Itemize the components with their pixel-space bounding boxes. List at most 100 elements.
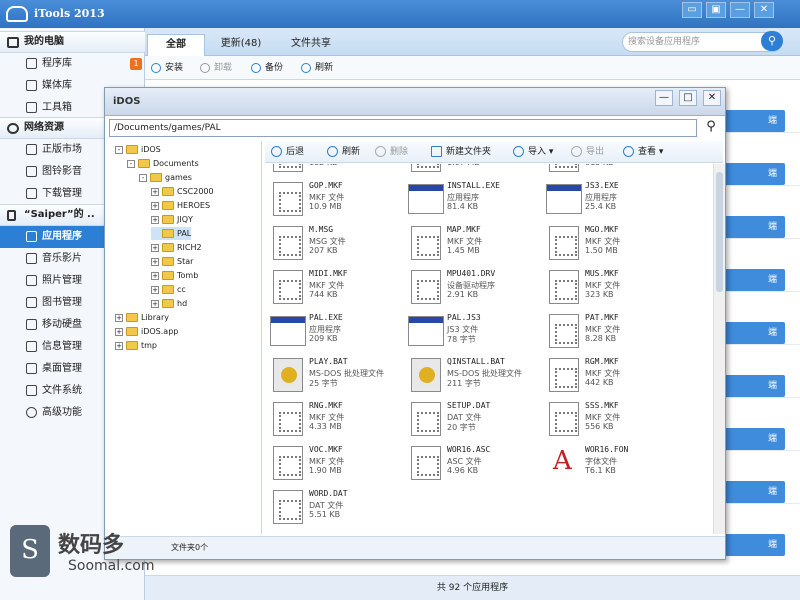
scrollbar-thumb[interactable]	[716, 172, 723, 292]
expand-icon[interactable]: +	[151, 215, 159, 224]
tree-node[interactable]: + JIQY	[151, 213, 193, 226]
tree-node[interactable]: + hd	[151, 297, 187, 310]
view-button[interactable]: 查看 ▾	[623, 145, 663, 159]
expand-icon[interactable]: +	[115, 327, 123, 336]
tree-node[interactable]: + CSC2000	[151, 185, 214, 198]
expand-icon[interactable]: +	[115, 313, 123, 322]
app-action-button[interactable]: 端	[725, 428, 785, 450]
export-button[interactable]: 导出	[571, 145, 604, 159]
search-input[interactable]: 搜索设备应用程序	[622, 32, 782, 52]
app-action-button[interactable]: 端	[725, 216, 785, 238]
expand-icon[interactable]: +	[151, 243, 159, 252]
tree-node[interactable]: + Library	[115, 311, 169, 324]
collapse-icon[interactable]: -	[139, 173, 147, 182]
file-item[interactable]: SETUP.DAT DAT 文件 20 字节	[407, 398, 547, 440]
folder-icon	[162, 187, 174, 196]
tree-node[interactable]: + tmp	[115, 339, 157, 352]
app-action-button[interactable]: 端	[725, 481, 785, 503]
tree-node[interactable]: + iDOS.app	[115, 325, 178, 338]
path-input[interactable]: /Documents/games/PAL	[109, 119, 697, 137]
sidebar-group-my-computer[interactable]: 我的电脑	[0, 31, 145, 53]
file-item[interactable]: WORD.DAT DAT 文件 5.51 KB	[269, 486, 409, 528]
app-action-button[interactable]: 端	[725, 322, 785, 344]
tree-node[interactable]: + Tomb	[151, 269, 198, 282]
feedback-icon[interactable]: ▭	[682, 2, 702, 18]
idos-maximize-button[interactable]: □	[679, 90, 697, 106]
import-button[interactable]: 导入 ▾	[513, 145, 553, 159]
close-button[interactable]: ✕	[754, 2, 774, 18]
tree-node[interactable]: + Star	[151, 255, 193, 268]
file-item[interactable]: PLAY.BAT MS-DOS 批处理文件 25 字节	[269, 354, 409, 396]
tree-node[interactable]: + cc	[151, 283, 186, 296]
idos-title-bar[interactable]: iDOS — □ ✕	[105, 88, 725, 116]
tree-node[interactable]: - games	[139, 171, 192, 184]
file-item[interactable]: 1.07 MB	[407, 164, 547, 176]
app-action-button[interactable]: 端	[725, 375, 785, 397]
application-file-icon	[408, 184, 444, 214]
file-item[interactable]: GOP.MKF MKF 文件 10.9 MB	[269, 178, 409, 220]
search-icon[interactable]: ⚲	[703, 118, 719, 136]
app-action-button[interactable]: 端	[725, 163, 785, 185]
file-item[interactable]: WOR16.ASC ASC 文件 4.96 KB	[407, 442, 547, 484]
tab-file-sharing[interactable]: 文件共享	[277, 34, 345, 56]
file-item[interactable]: SSS.MKF MKF 文件 556 KB	[545, 398, 685, 440]
tree-node[interactable]: + RICH2	[151, 241, 202, 254]
skin-icon[interactable]: ▣	[706, 2, 726, 18]
watermark-en: Soomal.com	[68, 558, 155, 574]
new-folder-button[interactable]: 新建文件夹	[431, 145, 491, 159]
file-item[interactable]: PAT.MKF MKF 文件 8.28 KB	[545, 310, 685, 352]
app-action-button[interactable]: 端	[725, 269, 785, 291]
expand-icon[interactable]: +	[151, 285, 159, 294]
file-item[interactable]: 815 KB	[545, 164, 685, 176]
file-item[interactable]: INSTALL.EXE 应用程序 81.4 KB	[407, 178, 547, 220]
idos-minimize-button[interactable]: —	[655, 90, 673, 106]
file-item[interactable]: 182 KB	[269, 164, 409, 176]
delete-button[interactable]: 删除	[375, 145, 408, 159]
tab-updates[interactable]: 更新(48)	[209, 34, 273, 56]
expand-icon[interactable]: +	[151, 187, 159, 196]
expand-icon[interactable]: +	[151, 299, 159, 308]
tree-node[interactable]: - iDOS	[115, 143, 161, 156]
sidebar-item-app-library[interactable]: 程序库 1	[0, 53, 145, 75]
expand-icon[interactable]: +	[115, 341, 123, 350]
expand-icon[interactable]: +	[151, 271, 159, 280]
file-item[interactable]: PAL.JS3 JS3 文件 78 字节	[407, 310, 547, 352]
file-item[interactable]: MPU401.DRV 设备驱动程序 2.91 KB	[407, 266, 547, 308]
app-action-button[interactable]: 端	[725, 534, 785, 556]
tab-all[interactable]: 全部	[147, 34, 205, 56]
file-item[interactable]: RGM.MKF MKF 文件 442 KB	[545, 354, 685, 396]
collapse-icon[interactable]: -	[115, 145, 123, 154]
file-grid-scrollbar[interactable]	[713, 164, 725, 534]
search-icon[interactable]: ⚲	[761, 31, 783, 51]
file-item[interactable]: MIDI.MKF MKF 文件 744 KB	[269, 266, 409, 308]
file-name: MUS.MKF	[585, 269, 619, 278]
file-item[interactable]: MUS.MKF MKF 文件 323 KB	[545, 266, 685, 308]
file-item[interactable]: RNG.MKF MKF 文件 4.33 MB	[269, 398, 409, 440]
refresh-button[interactable]: 刷新	[327, 145, 360, 159]
tree-node[interactable]: PAL	[151, 227, 192, 240]
backup-button[interactable]: 备份	[251, 61, 283, 75]
file-item[interactable]: QINSTALL.BAT MS-DOS 批处理文件 211 字节	[407, 354, 547, 396]
tree-node[interactable]: - Documents	[127, 157, 199, 170]
expand-icon[interactable]: +	[151, 201, 159, 210]
app-action-button[interactable]: 端	[725, 110, 785, 132]
refresh-button[interactable]: 刷新	[301, 61, 333, 75]
tree-node[interactable]: + HEROES	[151, 199, 210, 212]
file-item[interactable]: MAP.MKF MKF 文件 1.45 MB	[407, 222, 547, 264]
folder-icon	[162, 215, 174, 224]
file-item[interactable]: PAL.EXE 应用程序 209 KB	[269, 310, 409, 352]
file-item[interactable]: WOR16.FON字体文件T6.1 KB	[545, 442, 685, 484]
file-item[interactable]: VOC.MKF MKF 文件 1.90 MB	[269, 442, 409, 484]
file-item[interactable]: MGO.MKF MKF 文件 1.50 MB	[545, 222, 685, 264]
minimize-button[interactable]: —	[730, 2, 750, 18]
idos-close-button[interactable]: ✕	[703, 90, 721, 106]
file-size: 1.07 MB	[447, 164, 480, 167]
install-button[interactable]: 安装	[151, 61, 183, 75]
file-item[interactable]: M.MSG MSG 文件 207 KB	[269, 222, 409, 264]
uninstall-button[interactable]: 卸载	[200, 61, 232, 75]
back-button[interactable]: 后退	[271, 145, 304, 159]
file-item[interactable]: JS3.EXE 应用程序 25.4 KB	[545, 178, 685, 220]
collapse-icon[interactable]: -	[127, 159, 135, 168]
file-size: 323 KB	[585, 290, 614, 299]
expand-icon[interactable]: +	[151, 257, 159, 266]
